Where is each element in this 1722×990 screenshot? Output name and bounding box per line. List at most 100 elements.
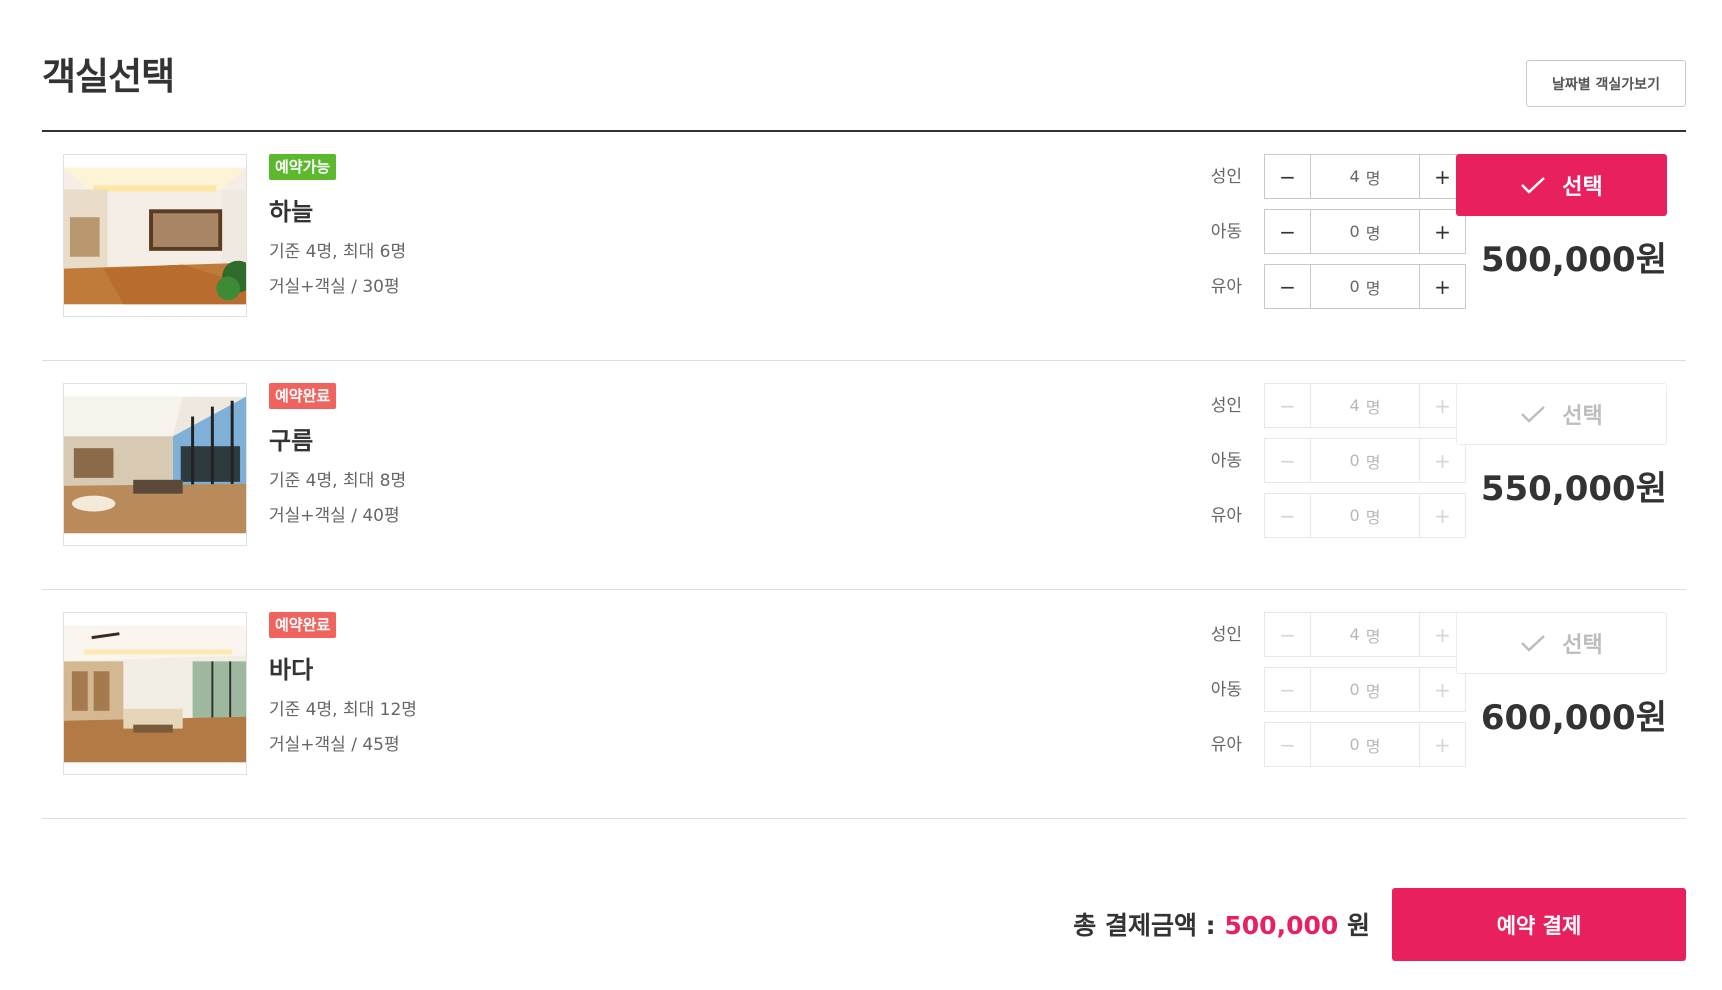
room-row-gureum: 예약완료 구름 기준 4명, 최대 8명 거실+객실 / 40평 성인 − 4명… [42,361,1686,590]
count-unit: 명 [1365,736,1381,756]
room-row-bada: 예약완료 바다 기준 4명, 최대 12명 거실+객실 / 45평 성인 − 4… [42,590,1686,819]
check-icon [1521,635,1546,652]
guest-label: 아동 [1210,451,1242,471]
count-value: 0 [1349,451,1360,470]
room-info: 예약가능 하늘 기준 4명, 최대 6명 거실+객실 / 30평 [269,154,406,297]
check-icon [1521,406,1546,423]
minus-icon[interactable]: − [1265,668,1311,711]
guest-label: 유아 [1210,735,1242,755]
guest-label: 성인 [1210,625,1242,645]
child-stepper: − 0명 + [1264,667,1466,712]
room-area: 거실+객실 / 40평 [269,506,400,526]
infant-stepper: − 0명 + [1264,264,1466,309]
guest-label: 아동 [1210,222,1242,242]
count-value: 0 [1349,506,1360,525]
minus-icon[interactable]: − [1265,494,1311,537]
select-room-button[interactable]: 선택 [1456,612,1667,674]
plus-icon[interactable]: + [1419,265,1465,308]
count-value: 4 [1349,396,1360,415]
guest-label: 성인 [1210,396,1242,416]
date-room-view-button[interactable]: 날짜별 객실가보기 [1526,60,1686,107]
adult-stepper: − 4명 + [1264,154,1466,199]
guest-label: 아동 [1210,680,1242,700]
count-value: 4 [1349,167,1360,186]
room-info: 예약완료 바다 기준 4명, 최대 12명 거실+객실 / 45평 [269,612,417,755]
count-value: 4 [1349,625,1360,644]
minus-icon[interactable]: − [1265,384,1311,427]
plus-icon[interactable]: + [1419,723,1465,766]
room-capacity: 기준 4명, 최대 8명 [269,471,407,491]
room-photo [63,154,247,317]
minus-icon[interactable]: − [1265,613,1311,656]
guest-label: 유아 [1210,506,1242,526]
minus-icon[interactable]: − [1265,439,1311,482]
room-info: 예약완료 구름 기준 4명, 최대 8명 거실+객실 / 40평 [269,383,406,526]
total-unit: 원 [1346,911,1370,940]
count-unit: 명 [1365,223,1381,243]
count-unit: 명 [1365,626,1381,646]
count-value: 0 [1349,735,1360,754]
room-capacity: 기준 4명, 최대 12명 [269,700,417,720]
room-capacity: 기준 4명, 최대 6명 [269,242,407,262]
guest-count: 0명 [1311,668,1419,711]
count-unit: 명 [1365,452,1381,472]
status-badge: 예약가능 [269,154,337,180]
room-area: 거실+객실 / 30평 [269,277,400,297]
guest-count: 0명 [1311,494,1419,537]
select-label: 선택 [1562,175,1603,200]
room-photo [63,383,247,546]
guest-count: 0명 [1311,723,1419,766]
plus-icon[interactable]: + [1419,210,1465,253]
room-area: 거실+객실 / 45평 [269,735,400,755]
page-title: 객실선택 [42,55,175,98]
room-price: 600,000원 [1480,698,1667,738]
count-unit: 명 [1365,681,1381,701]
minus-icon[interactable]: − [1265,723,1311,766]
total-amount: 500,000 [1224,911,1339,940]
child-stepper: − 0명 + [1264,438,1466,483]
count-unit: 명 [1365,507,1381,527]
minus-icon[interactable]: − [1265,155,1311,198]
guest-count: 0명 [1311,210,1419,253]
total-label: 총 결제금액 : [1073,911,1216,940]
guest-count: 4명 [1311,155,1419,198]
adult-stepper: − 4명 + [1264,612,1466,657]
reserve-pay-button[interactable]: 예약 결제 [1392,888,1686,961]
room-price: 500,000원 [1480,240,1667,280]
count-unit: 명 [1365,168,1381,188]
infant-stepper: − 0명 + [1264,722,1466,767]
room-price: 550,000원 [1480,469,1667,509]
room-name: 하늘 [269,198,314,226]
plus-icon[interactable]: + [1419,494,1465,537]
infant-stepper: − 0명 + [1264,493,1466,538]
plus-icon[interactable]: + [1419,439,1465,482]
room-name: 바다 [269,656,314,684]
adult-stepper: − 4명 + [1264,383,1466,428]
room-name: 구름 [269,427,314,455]
minus-icon[interactable]: − [1265,265,1311,308]
select-room-button[interactable]: 선택 [1456,383,1667,445]
guest-count: 4명 [1311,613,1419,656]
guest-label: 유아 [1210,277,1242,297]
room-photo [63,612,247,775]
count-value: 0 [1349,222,1360,241]
status-badge: 예약완료 [269,383,337,409]
count-unit: 명 [1365,397,1381,417]
plus-icon[interactable]: + [1419,668,1465,711]
check-icon [1521,177,1546,194]
guest-count: 0명 [1311,265,1419,308]
select-label: 선택 [1562,404,1603,429]
minus-icon[interactable]: − [1265,210,1311,253]
guest-count: 4명 [1311,384,1419,427]
count-value: 0 [1349,277,1360,296]
guest-count: 0명 [1311,439,1419,482]
select-room-button[interactable]: 선택 [1456,154,1667,216]
status-badge: 예약완료 [269,612,337,638]
guest-label: 성인 [1210,167,1242,187]
count-value: 0 [1349,680,1360,699]
select-label: 선택 [1562,633,1603,658]
count-unit: 명 [1365,278,1381,298]
child-stepper: − 0명 + [1264,209,1466,254]
room-row-haneul: 예약가능 하늘 기준 4명, 최대 6명 거실+객실 / 30평 성인 − 4명… [42,132,1686,361]
total-payment: 총 결제금액 : 500,000 원 [1000,906,1370,942]
